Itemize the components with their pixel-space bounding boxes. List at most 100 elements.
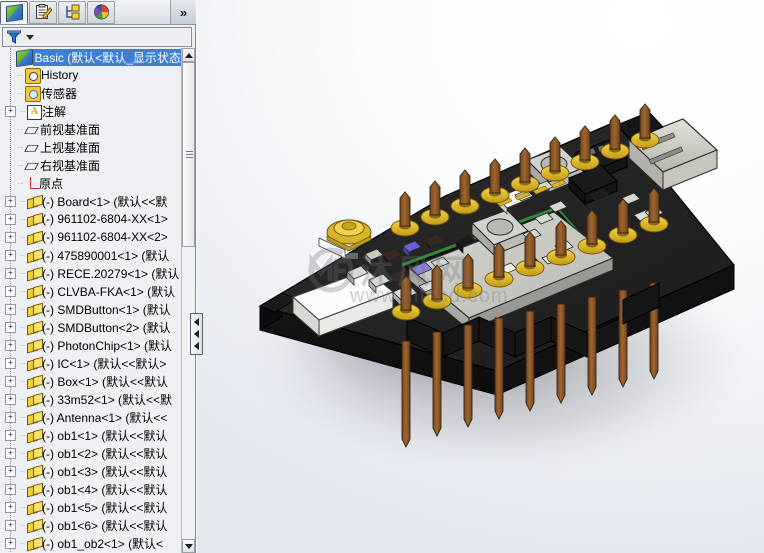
chevron-down-icon[interactable] [26,34,34,40]
component-icon [27,518,43,533]
funnel-filter-icon [6,30,22,44]
tree-connector: ·· [19,196,26,206]
tree-expander [5,53,14,62]
component-icon [27,356,43,371]
component-icon [27,266,43,281]
tree-connector: ·· [19,520,26,530]
tree-item[interactable]: + ·· (-) ob1<2> (默认<<默认 [1,444,182,462]
tree-item[interactable]: + ·· (-) PhotonChip<1> (默认 [1,336,182,354]
tree-expander[interactable]: + [5,267,16,279]
tree-item[interactable]: ·· 前视基准面 [1,120,182,138]
component-icon [27,428,43,443]
tree-expander[interactable]: + [5,285,16,297]
sensor-icon [25,85,41,102]
scroll-thumb[interactable] [182,62,195,247]
component-icon [27,482,43,497]
tree-item[interactable]: + ·· (-) SMDButton<2> (默认 [1,318,182,336]
tree-item[interactable]: + ·· (-) ob1<1> (默认<<默认 [1,426,182,444]
tree-item[interactable]: + ·· A 注解 [1,102,182,120]
tree-item-label: 上视基准面 [40,140,101,155]
tree-expander[interactable]: + [5,303,16,315]
tree-expander[interactable]: + [5,519,16,531]
tree-connector: ·· [17,88,24,98]
tree-item-label: (-) 961102-6804-XX<1> [42,212,168,226]
tree-expander[interactable]: + [5,411,16,423]
tree-item[interactable]: Basic (默认<默认_显示状态- [1,48,182,67]
tree-expander[interactable]: + [5,249,16,261]
tree-vertical-scrollbar[interactable] [181,48,195,553]
feature-manager-panel: » Basic (默认<默认_显示状态- ·· History ·· 传感器 + ·· A 注解… [0,0,196,553]
3d-model-viewport[interactable]: 沐风网 www.mfcad.com [197,0,764,553]
tree-item-label: (-) SMDButton<1> (默认 [42,302,171,317]
tree-filter-bar[interactable] [2,27,192,47]
tree-item[interactable]: ·· 右视基准面 [1,156,182,174]
tree-expander[interactable]: + [5,105,16,117]
tree-expander[interactable]: + [5,393,16,405]
tree-item[interactable]: + ·· (-) 961102-6804-XX<2> [1,228,182,246]
tree-item[interactable]: + ·· (-) ob1<6> (默认<<默认 [1,516,182,534]
tree-item[interactable]: + ·· (-) CLVBA-FKA<1> (默认 [1,282,182,300]
tree-expander[interactable]: + [5,483,16,495]
component-icon [27,212,43,227]
tree-item[interactable]: + ·· (-) ob1<3> (默认<<默认 [1,462,182,480]
tree-item[interactable]: + ·· (-) 33m52<1> (默认<<默 [1,390,182,408]
tree-connector: ·· [19,412,26,422]
tree-expander[interactable]: + [5,537,16,549]
tree-item-label: (-) Box<1> (默认<<默认 [42,374,169,389]
manager-tab-strip: » [0,0,196,25]
tree-connector: ·· [19,286,26,296]
tree-connector: ·· [19,106,26,116]
tree-expander [5,89,14,98]
tree-item[interactable]: ·· History [1,66,182,84]
feature-tree-icon [5,3,23,22]
tree-expander[interactable]: + [5,195,16,207]
tree-connector: ·· [19,250,26,260]
tree-item[interactable]: + ·· (-) ob1<4> (默认<<默认 [1,480,182,498]
tree-expander[interactable]: + [5,213,16,225]
tree-item[interactable]: + ·· (-) ob1_ob2<1> (默认< [1,534,182,552]
feature-tree[interactable]: Basic (默认<默认_显示状态- ·· History ·· 传感器 + ·· A 注解 ··… [1,48,182,552]
property-manager-tab[interactable] [29,0,57,24]
tree-expander[interactable]: + [5,447,16,459]
tree-item-label: (-) Board<1> (默认<<默 [42,194,168,209]
scroll-down-button[interactable] [182,539,195,553]
tree-item[interactable]: + ·· (-) SMDButton<1> (默认 [1,300,182,318]
tree-item[interactable]: + ·· (-) IC<1> (默认<<默认> [1,354,182,372]
tree-expander[interactable]: + [5,231,16,243]
tree-item[interactable]: ·· 原点 [1,174,182,192]
tree-item-label: (-) 475890001<1> (默认 [42,248,170,263]
component-icon [27,230,43,245]
component-icon [27,446,43,461]
tree-item[interactable]: + ·· (-) 961102-6804-XX<1> [1,210,182,228]
tree-expander[interactable]: + [5,501,16,513]
feature-manager-tab[interactable] [0,0,28,24]
configuration-manager-tab[interactable] [58,0,86,24]
tree-item-label: 右视基准面 [40,158,101,173]
tree-expander[interactable]: + [5,375,16,387]
tree-expander [5,143,14,152]
tree-expander[interactable]: + [5,339,16,351]
panel-collapse-handle[interactable] [190,313,203,355]
tree-expander[interactable]: + [5,357,16,369]
tree-expander[interactable]: + [5,465,16,477]
tree-item[interactable]: ·· 传感器 [1,84,182,102]
tree-expander[interactable]: + [5,321,16,333]
scroll-up-button[interactable] [182,48,195,62]
component-icon [27,536,43,551]
pcb-board-model [242,103,752,475]
tree-item[interactable]: + ·· (-) ob1<5> (默认<<默认 [1,498,182,516]
assembly-part-icon [16,48,33,67]
tree-item-label: (-) ob1<2> (默认<<默认 [42,446,168,461]
component-icon [27,194,43,209]
tree-item[interactable]: ·· 上视基准面 [1,138,182,156]
tab-overflow-button[interactable]: » [170,0,196,24]
tree-expander[interactable]: + [5,429,16,441]
tree-connector: ·· [19,466,26,476]
tree-item[interactable]: + ·· (-) 475890001<1> (默认 [1,246,182,264]
tree-item[interactable]: + ·· (-) Board<1> (默认<<默 [1,192,182,210]
tree-item[interactable]: + ·· (-) RECE.20279<1> (默认 [1,264,182,282]
tree-item[interactable]: + ·· (-) Box<1> (默认<<默认 [1,372,182,390]
tree-item[interactable]: + ·· (-) Antenna<1> (默认<< [1,408,182,426]
display-manager-tab[interactable] [87,0,115,24]
tree-connector: ·· [19,502,26,512]
